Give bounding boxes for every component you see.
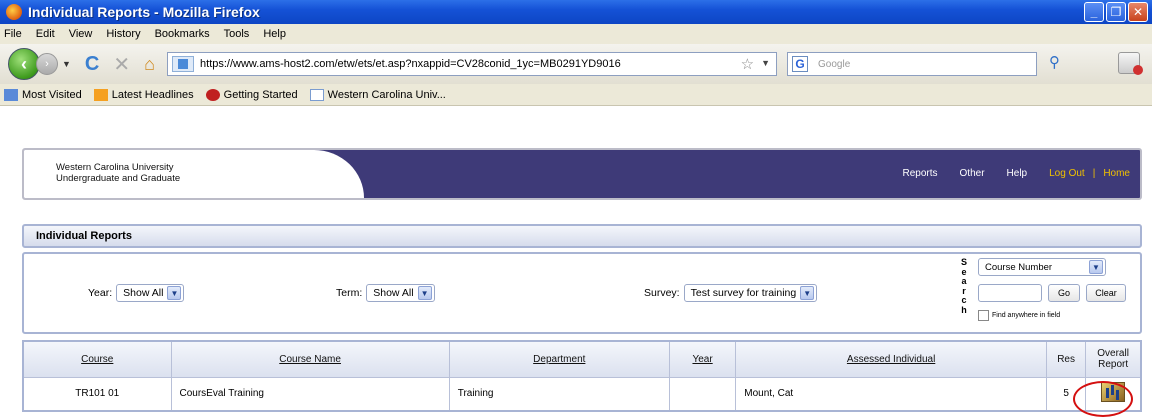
col-res: Res bbox=[1045, 340, 1087, 378]
col-course-name[interactable]: Course Name bbox=[170, 340, 450, 378]
bookmark-latest-headlines[interactable]: Latest Headlines bbox=[93, 88, 194, 101]
menu-file[interactable]: File bbox=[4, 28, 22, 40]
window-titlebar: Individual Reports - Mozilla Firefox _ ❐… bbox=[0, 0, 1152, 24]
firefox-bookmark-icon bbox=[205, 88, 220, 101]
menu-help[interactable]: Help bbox=[263, 28, 286, 40]
chevron-down-icon[interactable]: ▼ bbox=[800, 286, 815, 300]
search-placeholder: Google bbox=[818, 58, 851, 70]
nav-reports[interactable]: Reports bbox=[903, 168, 938, 179]
firefox-icon bbox=[6, 4, 22, 20]
site-identity-icon[interactable] bbox=[172, 56, 195, 72]
search-engine-icon[interactable]: G bbox=[792, 56, 809, 72]
search-field-select[interactable]: Course Number ▼ bbox=[978, 258, 1106, 276]
bookmark-star-icon[interactable]: ☆ bbox=[741, 55, 754, 73]
addon-icon[interactable] bbox=[1118, 52, 1143, 75]
chevron-down-icon[interactable]: ▼ bbox=[1089, 260, 1103, 274]
cell-assessed: Mount, Cat bbox=[735, 376, 1047, 412]
cell-overall-report bbox=[1085, 376, 1142, 412]
reports-table: Course Course Name Department Year Asses… bbox=[22, 340, 1142, 412]
menu-bar: File Edit View History Bookmarks Tools H… bbox=[0, 24, 1152, 44]
section-title: Individual Reports bbox=[22, 224, 1142, 248]
nav-logout[interactable]: Log Out bbox=[1049, 168, 1085, 179]
rss-feed-icon bbox=[93, 88, 108, 101]
col-year[interactable]: Year bbox=[668, 340, 737, 378]
minimize-button[interactable]: _ bbox=[1084, 2, 1104, 22]
forward-arrow-icon[interactable]: › bbox=[36, 53, 58, 75]
go-button[interactable]: Go bbox=[1048, 284, 1080, 302]
survey-filter: Survey: Test survey for training ▼ bbox=[644, 284, 818, 302]
reload-icon[interactable]: C bbox=[85, 53, 99, 76]
bookmark-most-visited[interactable]: Most Visited bbox=[4, 88, 82, 101]
search-icon[interactable]: ⚲ bbox=[1049, 53, 1060, 71]
bookmark-getting-started[interactable]: Getting Started bbox=[205, 88, 298, 101]
clear-button[interactable]: Clear bbox=[1086, 284, 1126, 302]
find-anywhere-checkbox[interactable]: Find anywhere in field bbox=[978, 310, 1060, 321]
web-search-box[interactable]: G Google ⚲ bbox=[787, 52, 1060, 76]
search-vertical-label: Search bbox=[960, 257, 967, 315]
filter-panel: Year: Show All ▼ Term: Show All ▼ Survey: … bbox=[22, 252, 1142, 334]
address-bar[interactable]: https://www.ams-host2.com/etw/ets/et.asp… bbox=[167, 52, 778, 76]
overall-report-icon[interactable] bbox=[1101, 382, 1126, 403]
menu-history[interactable]: History bbox=[106, 28, 140, 40]
page-icon bbox=[309, 88, 324, 101]
search-input[interactable] bbox=[978, 284, 1042, 302]
col-assessed-individual[interactable]: Assessed Individual bbox=[735, 340, 1047, 378]
nav-home[interactable]: Home bbox=[1103, 168, 1130, 179]
nav-help[interactable]: Help bbox=[1007, 168, 1028, 179]
term-filter: Term: Show All ▼ bbox=[336, 284, 435, 302]
menu-view[interactable]: View bbox=[69, 28, 93, 40]
chevron-down-icon[interactable]: ▼ bbox=[167, 286, 182, 300]
cell-year bbox=[668, 376, 737, 412]
url-text[interactable]: https://www.ams-host2.com/etw/ets/et.asp… bbox=[200, 58, 621, 70]
university-name: Western Carolina University Undergraduat… bbox=[56, 162, 181, 184]
year-filter: Year: Show All ▼ bbox=[88, 284, 185, 302]
menu-bookmarks[interactable]: Bookmarks bbox=[155, 28, 210, 40]
cell-department: Training bbox=[448, 376, 670, 412]
cell-course: TR101 01 bbox=[22, 376, 172, 412]
checkbox-box[interactable] bbox=[978, 310, 989, 321]
navigation-toolbar: ‹ › ▼ C ✕ ⌂ https://www.ams-host2.com/et… bbox=[0, 44, 1152, 84]
table-header-row: Course Course Name Department Year Asses… bbox=[22, 340, 1142, 378]
bookmarks-toolbar: Most Visited Latest Headlines Getting St… bbox=[0, 84, 1152, 106]
nav-other[interactable]: Other bbox=[960, 168, 985, 179]
stop-icon[interactable]: ✕ bbox=[113, 52, 130, 77]
site-banner: Western Carolina University Undergraduat… bbox=[22, 148, 1142, 200]
home-icon[interactable]: ⌂ bbox=[144, 54, 155, 75]
url-dropdown-icon[interactable]: ▼ bbox=[761, 58, 770, 68]
year-select[interactable]: Show All ▼ bbox=[116, 284, 185, 302]
col-department[interactable]: Department bbox=[448, 340, 670, 378]
close-window-button[interactable]: ✕ bbox=[1128, 2, 1148, 22]
cell-course-name: CoursEval Training bbox=[170, 376, 450, 412]
bookmark-western-carolina[interactable]: Western Carolina Univ... bbox=[309, 88, 446, 101]
menu-tools[interactable]: Tools bbox=[224, 28, 250, 40]
survey-select[interactable]: Test survey for training ▼ bbox=[683, 284, 818, 302]
col-overall-report: Overall Report bbox=[1085, 340, 1142, 378]
cell-res: 5 bbox=[1045, 376, 1087, 412]
table-row: TR101 01 CoursEval Training Training Mou… bbox=[22, 376, 1142, 412]
history-dropdown-icon[interactable]: ▼ bbox=[62, 59, 71, 69]
window-title: Individual Reports - Mozilla Firefox bbox=[28, 4, 260, 20]
site-nav: Reports Other Help Log Out | Home bbox=[881, 168, 1131, 179]
term-select[interactable]: Show All ▼ bbox=[366, 284, 435, 302]
menu-edit[interactable]: Edit bbox=[36, 28, 55, 40]
most-visited-icon bbox=[4, 88, 18, 101]
col-course[interactable]: Course bbox=[22, 340, 172, 378]
nav-separator: | bbox=[1092, 168, 1096, 179]
maximize-button[interactable]: ❐ bbox=[1106, 2, 1126, 22]
chevron-down-icon[interactable]: ▼ bbox=[417, 286, 432, 300]
search-panel: Search Course Number ▼ Go Clear Find any… bbox=[958, 257, 1134, 330]
